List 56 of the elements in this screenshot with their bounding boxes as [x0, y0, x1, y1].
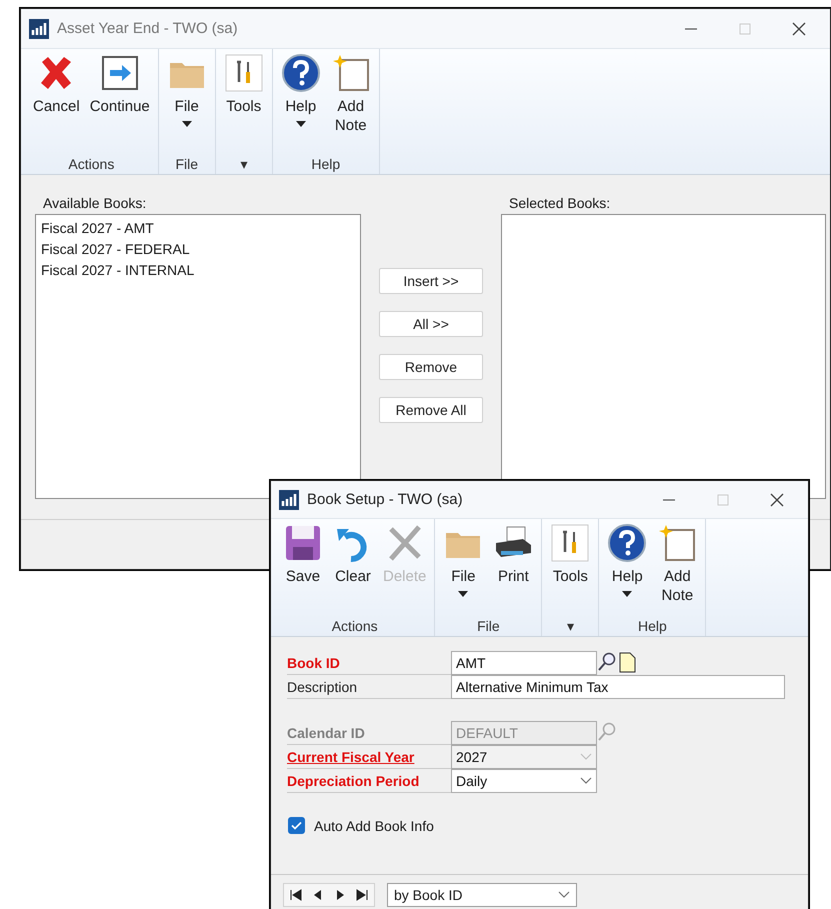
- ribbon-button[interactable]: Tools: [546, 523, 594, 586]
- list-item[interactable]: Fiscal 2027 - AMT: [41, 218, 355, 239]
- search-icon[interactable]: [597, 651, 617, 673]
- transfer-button[interactable]: Insert >>: [379, 268, 483, 294]
- list-label: Available Books:: [42, 195, 148, 211]
- ribbon-button[interactable]: Add Note: [326, 53, 375, 135]
- transfer-button[interactable]: Remove All: [379, 397, 483, 423]
- list-item[interactable]: Fiscal 2027 - INTERNAL: [41, 260, 355, 281]
- check-icon: [291, 821, 302, 830]
- group-label: ▾: [566, 618, 574, 634]
- help-icon: [280, 53, 321, 93]
- ribbon-button[interactable]: Cancel: [29, 53, 84, 116]
- note-icon: [330, 53, 371, 93]
- app-icon: [29, 18, 49, 38]
- list-item[interactable]: Fiscal 2027 - FEDERAL: [41, 239, 355, 260]
- checkbox-label: Auto Add Book Info: [314, 818, 434, 834]
- text-field[interactable]: Alternative Minimum Tax: [451, 675, 785, 699]
- chevron-icon: [580, 777, 592, 785]
- tools-icon: [550, 523, 590, 563]
- tools-icon: [224, 53, 264, 93]
- caret-icon: [622, 591, 632, 597]
- ribbon-button[interactable]: File: [162, 53, 211, 127]
- ribbon-button[interactable]: Save: [279, 523, 327, 586]
- ribbon-button[interactable]: Help: [276, 53, 325, 127]
- caret-icon: [296, 121, 306, 127]
- window-title: Asset Year End - TWO (sa): [57, 20, 239, 37]
- ribbon-button[interactable]: Print: [489, 523, 538, 586]
- text-field[interactable]: AMT: [451, 651, 597, 675]
- group-label: ▾: [240, 156, 248, 172]
- new-document-icon[interactable]: [617, 651, 637, 673]
- group-label: Help: [638, 618, 667, 634]
- app-icon: [279, 490, 299, 510]
- chevron-icon: [580, 753, 592, 761]
- caret-icon: [458, 591, 468, 597]
- list-label: Selected Books:: [508, 195, 612, 211]
- caret-icon: [182, 121, 192, 127]
- group-label: Actions: [332, 618, 378, 634]
- dropdown[interactable]: Daily: [451, 769, 597, 793]
- group-label: File: [175, 156, 198, 172]
- sort-dropdown[interactable]: by Book ID: [387, 883, 577, 907]
- group-label: Actions: [68, 156, 114, 172]
- help-icon: [607, 523, 648, 563]
- chevron-icon: [558, 891, 570, 899]
- note-icon: [657, 523, 698, 563]
- ribbon-button[interactable]: Help: [603, 523, 652, 597]
- ribbon-button[interactable]: Clear: [329, 523, 377, 586]
- group-label: Help: [311, 156, 340, 172]
- ribbon-button[interactable]: Tools: [220, 53, 268, 116]
- group-label: File: [477, 618, 500, 634]
- transfer-button[interactable]: Remove: [379, 354, 483, 380]
- ribbon-button[interactable]: Continue: [86, 53, 154, 116]
- ribbon-button[interactable]: File: [439, 523, 488, 597]
- transfer-button[interactable]: All >>: [379, 311, 483, 337]
- dropdown[interactable]: 2027: [451, 745, 597, 769]
- checkbox[interactable]: [288, 817, 305, 834]
- ribbon-button[interactable]: Add Note: [653, 523, 702, 605]
